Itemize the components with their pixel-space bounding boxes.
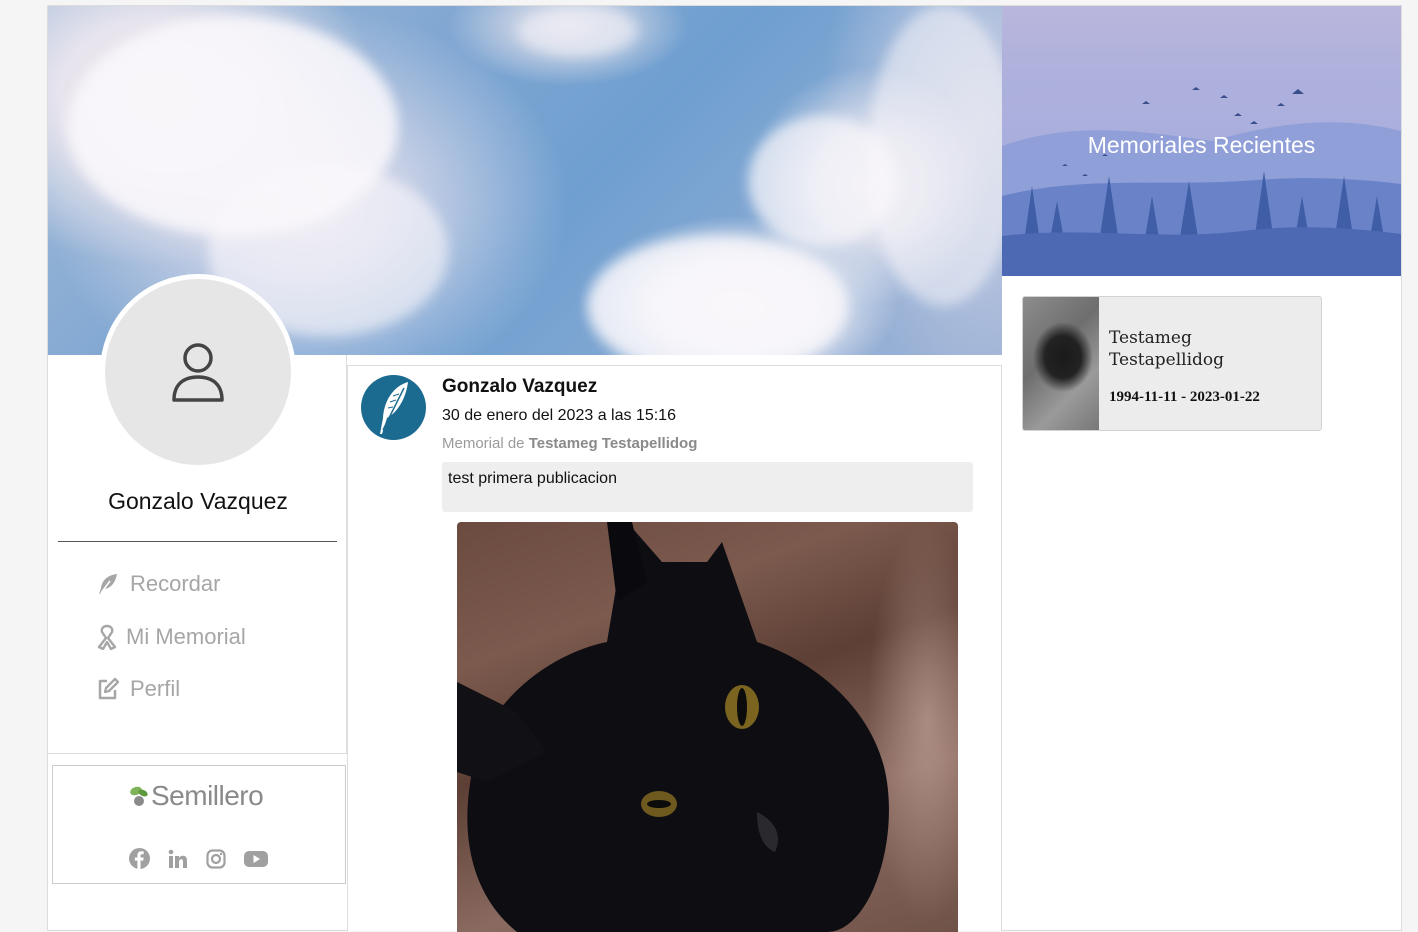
post-card: Gonzalo Vazquez 30 de enero del 2023 a l… — [347, 365, 1002, 932]
profile-avatar[interactable] — [100, 274, 296, 470]
memorial-card[interactable]: Testameg Testapellidog 1994-11-11 - 2023… — [1022, 296, 1322, 431]
social-links — [129, 848, 268, 869]
linkedin-icon[interactable] — [168, 849, 188, 869]
nav-item-perfil[interactable]: Perfil — [96, 676, 180, 702]
facebook-icon[interactable] — [129, 848, 150, 869]
recent-memorials-header: Memoriales Recientes — [1002, 6, 1401, 276]
instagram-icon[interactable] — [206, 848, 226, 869]
recent-memorials-title: Memoriales Recientes — [1087, 132, 1316, 158]
memorial-photo — [1023, 297, 1099, 430]
post-text: test primera publicacion — [442, 462, 973, 512]
ribbon-icon — [97, 624, 117, 650]
black-cat-photo — [457, 522, 889, 932]
post-author[interactable]: Gonzalo Vazquez — [442, 376, 597, 398]
semillero-logo[interactable]: Semillero — [129, 780, 264, 812]
feather-icon — [99, 574, 117, 594]
edit-icon — [98, 677, 120, 700]
youtube-icon[interactable] — [244, 850, 268, 868]
sponsor-box: Semillero — [52, 765, 346, 884]
memorial-dates: 1994-11-11 - 2023-01-22 — [1109, 389, 1260, 405]
nav-item-recordar[interactable]: Recordar — [96, 571, 220, 597]
user-icon — [172, 343, 224, 402]
nav-label: Recordar — [130, 571, 221, 596]
post-avatar[interactable] — [361, 375, 426, 440]
quill-icon — [379, 381, 408, 434]
post-memorial-link[interactable]: Memorial de Testameg Testapellidog — [442, 435, 697, 452]
divider — [58, 541, 337, 542]
memorial-name: Testameg Testapellidog — [1109, 328, 1225, 370]
post-image[interactable] — [457, 522, 958, 932]
nav-item-mi-memorial[interactable]: Mi Memorial — [96, 624, 246, 650]
nav-label: Mi Memorial — [126, 624, 246, 649]
post-date: 30 de enero del 2023 a las 15:16 — [442, 407, 676, 424]
profile-name: Gonzalo Vazquez — [108, 488, 288, 514]
nav-label: Perfil — [130, 676, 181, 701]
seed-icon — [130, 786, 148, 806]
